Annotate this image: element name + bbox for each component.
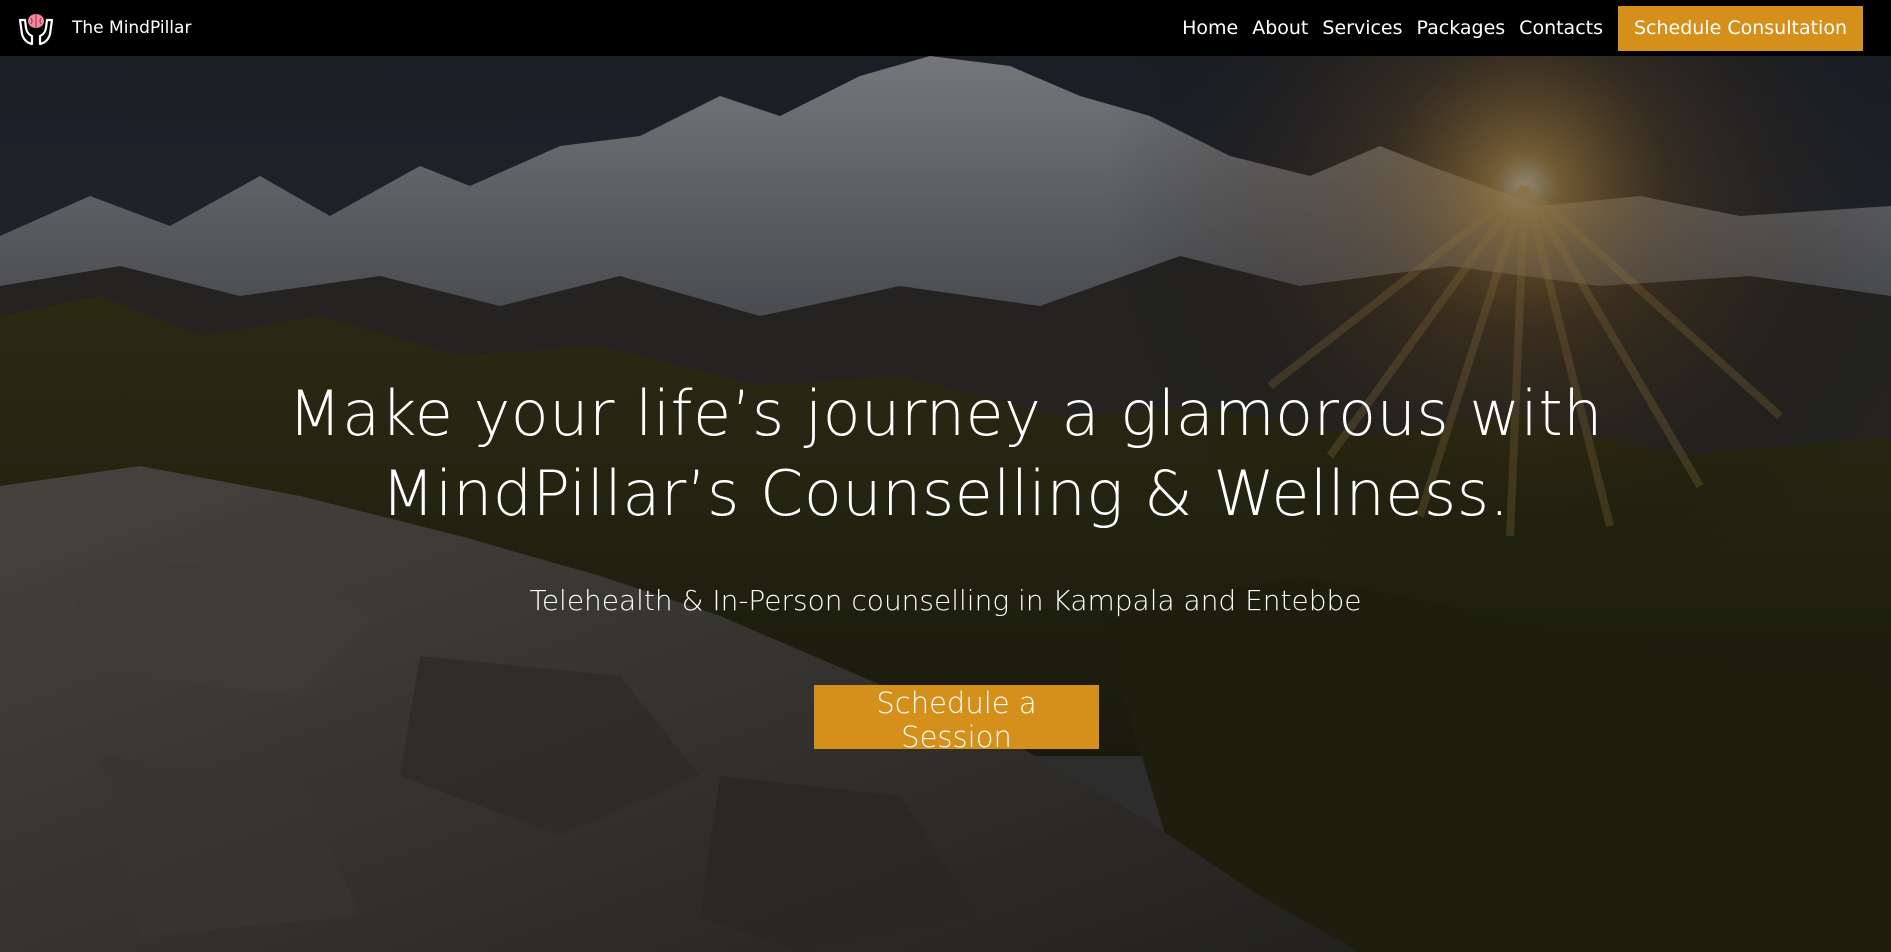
hero-title: Make your life’s journey a glamorous wit…	[288, 377, 1603, 530]
page: The MindPillar Home About Services Packa…	[0, 0, 1891, 952]
menu-overflow-icon[interactable]: ⋮	[1869, 19, 1875, 38]
nav-item-services[interactable]: Services	[1322, 17, 1402, 39]
nav-item-home[interactable]: Home	[1182, 17, 1238, 39]
hero-subtitle: Telehealth & In-Person counselling in Ka…	[529, 584, 1362, 617]
brand-link[interactable]: The MindPillar	[16, 0, 191, 56]
navbar: The MindPillar Home About Services Packa…	[0, 0, 1891, 56]
nav-item-packages[interactable]: Packages	[1417, 17, 1506, 39]
hero-section: Make your life’s journey a glamorous wit…	[0, 56, 1891, 952]
schedule-session-button[interactable]: Schedule a Session	[814, 685, 1099, 754]
nav-links: Home About Services Packages Contacts Sc…	[1175, 0, 1875, 56]
hero-content: Make your life’s journey a glamorous wit…	[0, 56, 1891, 952]
schedule-consultation-button[interactable]: Schedule Consultation	[1618, 5, 1863, 51]
brand-name: The MindPillar	[72, 18, 192, 38]
nav-item-about[interactable]: About	[1252, 17, 1308, 39]
nav-item-contacts[interactable]: Contacts	[1519, 17, 1603, 39]
hands-brain-icon	[18, 14, 54, 46]
